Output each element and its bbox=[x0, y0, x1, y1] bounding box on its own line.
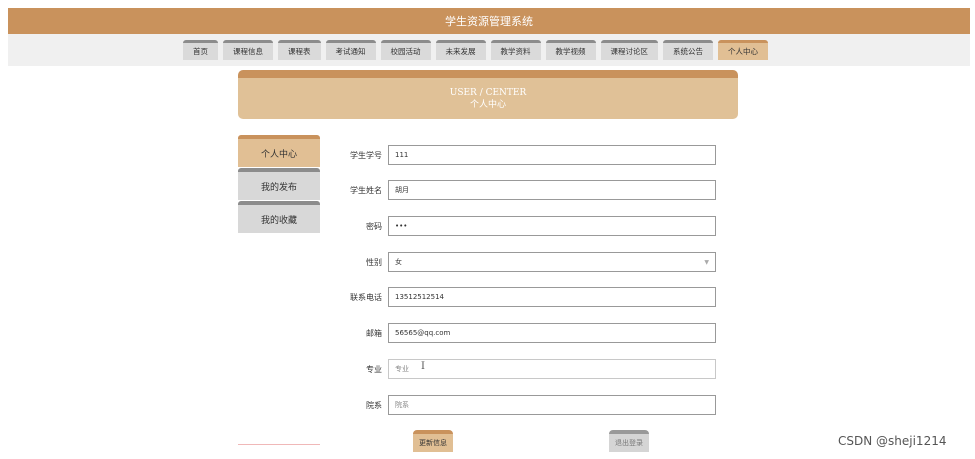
gender-selected-value: 女 bbox=[395, 258, 402, 266]
form-row-phone: 联系电话 bbox=[330, 287, 722, 307]
chevron-down-icon: ▼ bbox=[704, 258, 709, 266]
email-label: 邮箱 bbox=[366, 328, 382, 338]
password-input[interactable]: ••• bbox=[388, 216, 716, 236]
logout-button[interactable]: 退出登录 bbox=[609, 430, 649, 452]
banner-title-en: USER / CENTER bbox=[449, 87, 527, 98]
nav-tabs: 首页 课程信息 课程表 考试通知 校园活动 未来发展 教学资料 教学视频 课程讨… bbox=[183, 40, 768, 60]
department-label: 院系 bbox=[366, 400, 382, 410]
sidebar-item-user-center[interactable]: 个人中心 bbox=[238, 135, 320, 167]
student-id-label: 学生学号 bbox=[350, 150, 382, 160]
top-nav: 首页 课程信息 课程表 考试通知 校园活动 未来发展 教学资料 教学视频 课程讨… bbox=[8, 34, 970, 66]
sidebar-item-my-posts[interactable]: 我的发布 bbox=[238, 168, 320, 200]
major-label: 专业 bbox=[366, 364, 382, 374]
watermark: CSDN @sheji1214 bbox=[838, 434, 947, 448]
nav-tab-home[interactable]: 首页 bbox=[183, 40, 218, 60]
sidebar-menu: 个人中心 我的发布 我的收藏 bbox=[238, 135, 320, 234]
sidebar-divider bbox=[238, 444, 320, 445]
form-row-major: 专业 bbox=[330, 359, 722, 379]
email-input[interactable] bbox=[388, 323, 716, 343]
nav-tab-campus-activity[interactable]: 校园活动 bbox=[380, 40, 431, 60]
password-label: 密码 bbox=[366, 221, 382, 231]
nav-tab-exam-notice[interactable]: 考试通知 bbox=[325, 40, 376, 60]
nav-tab-course-forum[interactable]: 课程讨论区 bbox=[600, 40, 658, 60]
nav-tab-future-development[interactable]: 未来发展 bbox=[435, 40, 486, 60]
sidebar-item-my-favorites[interactable]: 我的收藏 bbox=[238, 201, 320, 233]
page-banner: USER / CENTER 个人中心 bbox=[238, 70, 738, 119]
form-row-gender: 性别 女 ▼ bbox=[330, 252, 722, 272]
text-cursor-icon: I bbox=[421, 361, 425, 372]
nav-tab-timetable[interactable]: 课程表 bbox=[278, 40, 321, 60]
form-row-email: 邮箱 bbox=[330, 323, 722, 343]
app-header: 学生资源管理系统 bbox=[8, 8, 970, 34]
nav-tab-announcements[interactable]: 系统公告 bbox=[663, 40, 713, 60]
form-row-student-name: 学生姓名 bbox=[330, 180, 722, 200]
nav-tab-course-info[interactable]: 课程信息 bbox=[223, 40, 273, 60]
major-input[interactable] bbox=[388, 359, 716, 379]
nav-tab-teaching-videos[interactable]: 教学视频 bbox=[545, 40, 596, 60]
nav-tab-user-center[interactable]: 个人中心 bbox=[718, 40, 768, 60]
department-input[interactable] bbox=[388, 395, 716, 415]
update-info-button[interactable]: 更新信息 bbox=[413, 430, 453, 452]
form-row-student-id: 学生学号 bbox=[330, 145, 722, 165]
app-title: 学生资源管理系统 bbox=[445, 15, 533, 28]
student-name-label: 学生姓名 bbox=[350, 185, 382, 195]
phone-label: 联系电话 bbox=[350, 292, 382, 302]
student-id-input[interactable] bbox=[388, 145, 716, 165]
phone-input[interactable] bbox=[388, 287, 716, 307]
banner-title-cn: 个人中心 bbox=[469, 99, 506, 110]
student-name-input[interactable] bbox=[388, 180, 716, 200]
gender-label: 性别 bbox=[366, 257, 382, 267]
nav-tab-teaching-materials[interactable]: 教学资料 bbox=[490, 40, 541, 60]
gender-select[interactable]: 女 ▼ bbox=[388, 252, 716, 272]
form-row-password: 密码 ••• bbox=[330, 216, 722, 236]
form-row-department: 院系 bbox=[330, 395, 722, 415]
